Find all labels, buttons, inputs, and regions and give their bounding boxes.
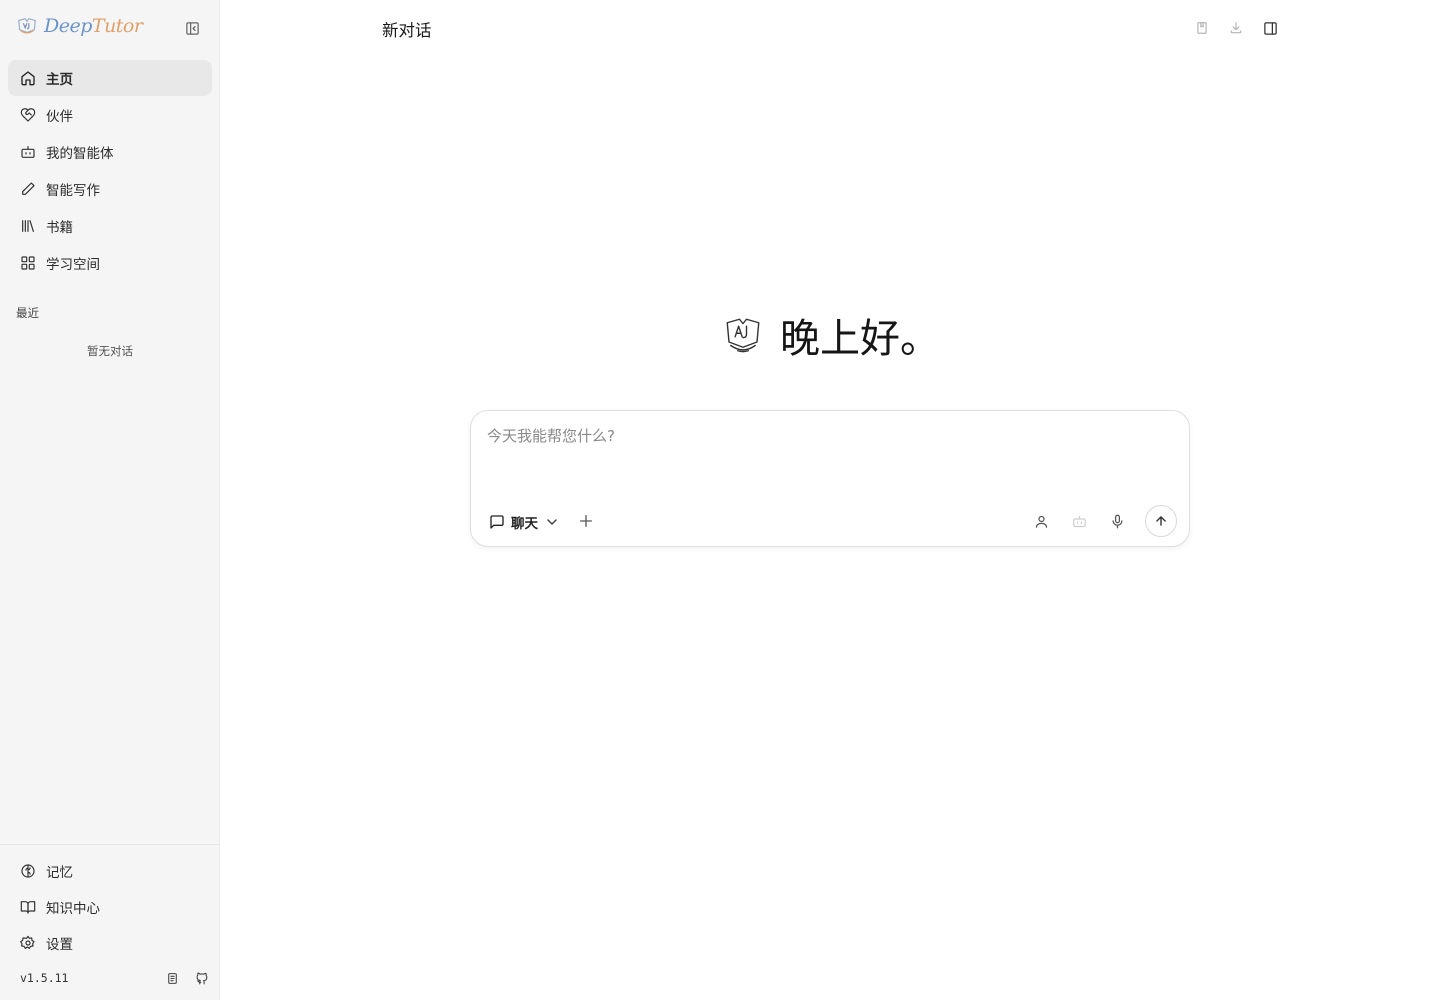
mode-label: 聊天 [511, 516, 538, 532]
plus-icon [580, 515, 592, 527]
sidebar-item-label: 知识中心 [46, 901, 100, 917]
docs-icon [167, 972, 177, 984]
arrow-up-icon [1156, 516, 1166, 526]
deeptutor-logo-icon [726, 318, 760, 353]
bookmark-icon [1197, 22, 1207, 34]
user-icon [1035, 515, 1047, 528]
version-label: v1.5.11 [20, 971, 69, 985]
sidebar: DeepTutor 主页 伙伴 我的智能体 智能写作 书籍 学习空间 最近 暂无… [0, 0, 220, 1000]
sidebar-item-my-agents[interactable]: 我的智能体 [8, 134, 212, 170]
sidebar-item-home[interactable]: 主页 [8, 60, 212, 96]
pencil-icon [22, 182, 35, 195]
bot-icon [1072, 515, 1086, 527]
brain-icon [21, 864, 35, 878]
page-title: 新对话 [382, 21, 432, 40]
persona-button[interactable] [1031, 511, 1051, 531]
bookmark-button[interactable] [1192, 18, 1212, 38]
voice-input-button[interactable] [1107, 511, 1127, 531]
agent-button[interactable] [1069, 511, 1089, 531]
panel-right-icon [1263, 21, 1277, 35]
docs-button[interactable] [164, 970, 180, 986]
mic-icon [1112, 514, 1122, 528]
composer-tools [1031, 505, 1177, 537]
footer-icons [164, 970, 210, 986]
toggle-panel-button[interactable] [1260, 18, 1280, 38]
greeting: 晚上好。 [722, 306, 940, 364]
sidebar-item-label: 书籍 [46, 220, 73, 236]
divider [0, 844, 220, 845]
download-button[interactable] [1226, 18, 1246, 38]
sidebar-footer: v1.5.11 [20, 968, 210, 988]
sidebar-item-smart-writing[interactable]: 智能写作 [8, 171, 212, 207]
main-nav: 主页 伙伴 我的智能体 智能写作 书籍 学习空间 [8, 60, 212, 282]
chat-input[interactable] [487, 425, 1167, 485]
github-icon [196, 972, 207, 984]
bottom-nav: 记忆 知识中心 设置 [8, 853, 212, 961]
sidebar-item-memory[interactable]: 记忆 [8, 853, 212, 889]
sidebar-item-partner[interactable]: 伙伴 [8, 97, 212, 133]
heart-handshake-icon [20, 108, 36, 122]
book-open-icon [20, 901, 36, 914]
chevron-down-icon [547, 519, 557, 525]
sidebar-item-label: 我的智能体 [46, 146, 114, 162]
bot-icon [21, 146, 35, 158]
github-button[interactable] [194, 970, 210, 986]
send-button[interactable] [1145, 505, 1177, 537]
sidebar-collapse-button[interactable] [182, 18, 202, 38]
sidebar-item-label: 主页 [46, 72, 73, 88]
library-icon [22, 220, 34, 232]
grid-icon [21, 256, 35, 270]
brand-name-tutor: Tutor [91, 15, 143, 37]
sidebar-item-label: 记忆 [46, 865, 73, 881]
sidebar-item-label: 智能写作 [46, 183, 100, 199]
brand-name-deep: Deep [44, 15, 92, 37]
sidebar-item-label: 设置 [46, 937, 73, 953]
brand[interactable]: DeepTutor [16, 14, 143, 38]
sidebar-item-label: 伙伴 [46, 109, 73, 125]
message-square-icon [490, 515, 504, 529]
add-attachment-button[interactable] [577, 512, 595, 530]
sidebar-item-settings[interactable]: 设置 [8, 925, 212, 961]
chat-composer: 聊天 [470, 410, 1190, 547]
sidebar-item-books[interactable]: 书籍 [8, 208, 212, 244]
home-icon [21, 71, 35, 86]
sidebar-collapse-icon [185, 21, 199, 35]
topbar-actions [1192, 18, 1280, 38]
sidebar-item-knowledge-center[interactable]: 知识中心 [8, 889, 212, 925]
recent-section-title: 最近 [16, 306, 39, 320]
sidebar-item-learning-space[interactable]: 学习空间 [8, 245, 212, 281]
download-icon [1230, 22, 1242, 34]
settings-icon [20, 935, 35, 949]
deeptutor-logo-icon [18, 17, 36, 34]
brand-name: DeepTutor [44, 15, 143, 37]
sidebar-item-label: 学习空间 [46, 257, 100, 273]
greeting-text: 晚上好。 [780, 316, 940, 362]
mode-selector[interactable]: 聊天 [489, 510, 560, 534]
recent-empty-text: 暂无对话 [87, 344, 133, 358]
